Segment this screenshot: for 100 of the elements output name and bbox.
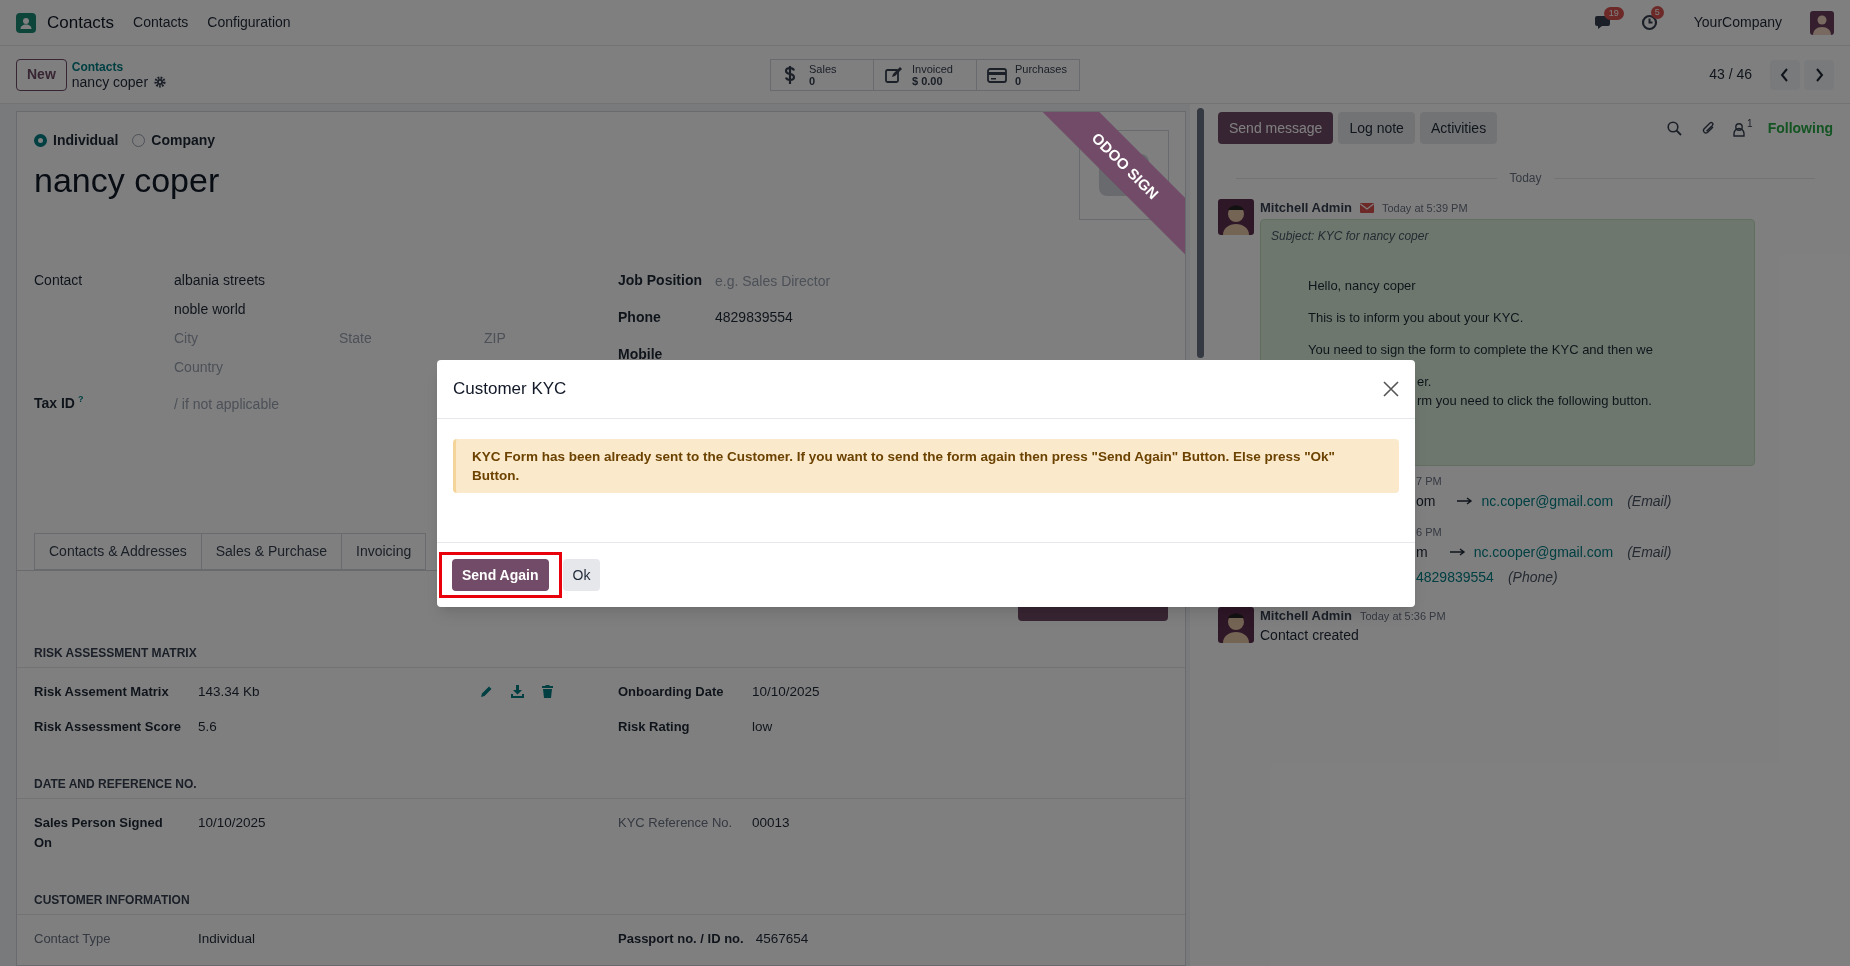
search-icon[interactable] (1667, 120, 1683, 136)
tab[interactable]: Contacts & Addresses (34, 533, 202, 570)
menu-item[interactable]: Configuration (207, 12, 291, 33)
breadcrumb-link[interactable]: Contacts (71, 59, 167, 75)
menu-item[interactable]: Contacts (133, 12, 189, 33)
send-again-button[interactable]: Send Again (452, 559, 549, 591)
field-label: Phone (618, 308, 662, 327)
message-text: You need to sign the form to complete the KYC and then we (1308, 341, 1654, 359)
follow-button[interactable]: Following (1767, 117, 1833, 139)
field-value: 143.34 Kb (198, 683, 260, 701)
field-label: Sales Person Signed On (34, 814, 164, 852)
new-value[interactable]: nc.cooper@gmail.com (1473, 541, 1614, 563)
chevron-icon (1780, 67, 1790, 82)
stat-button[interactable]: Purchases 0 (976, 58, 1080, 91)
new-button[interactable]: New (16, 58, 67, 91)
paperclip-icon[interactable] (1701, 120, 1717, 136)
date-separator: Today (1509, 170, 1542, 187)
clock-icon[interactable] (1640, 14, 1658, 31)
stat-label: Sales (809, 62, 837, 75)
field-label: Contact Type (34, 930, 112, 948)
close-icon[interactable] (1383, 381, 1399, 397)
field-label: Risk Assessment Score (34, 718, 182, 736)
message-time: Today at 5:39 PM (1381, 200, 1468, 216)
field-label: Onboarding Date (618, 683, 725, 701)
field-name: (Email) (1627, 492, 1672, 511)
radio-option[interactable]: Company (132, 129, 216, 151)
section-heading: DATE AND REFERENCE NO. (17, 775, 1185, 799)
previous-button[interactable] (1770, 59, 1800, 90)
chevron-icon (1814, 67, 1824, 82)
section-heading: CUSTOMER INFORMATION (17, 891, 1185, 915)
avatar-icon[interactable] (1810, 10, 1834, 35)
stat-label: Invoiced (912, 62, 953, 75)
gear-icon[interactable] (154, 76, 167, 88)
field-label: Tax ID (34, 394, 75, 413)
dialog-title: Customer KYC (453, 378, 567, 401)
contact-name: nancy coper (34, 160, 220, 200)
field-value: 10/10/2025 (198, 814, 266, 832)
section-heading: RISK ASSESSMENT MATRIX (17, 644, 1185, 668)
avatar-icon (1218, 199, 1254, 235)
message-time: 7 PM (1416, 474, 1443, 489)
arrow-icon (1457, 497, 1474, 505)
edit-icon (884, 64, 904, 85)
ok-button[interactable]: Ok (562, 559, 601, 591)
old-value: om (1416, 492, 1436, 511)
stat-value: $ 0.00 (912, 74, 944, 87)
field-value: Individual (198, 930, 256, 948)
user-icon[interactable] (1733, 122, 1746, 137)
field-value: 00013 (752, 814, 790, 832)
tab[interactable]: Invoicing (341, 533, 427, 570)
chat-icon[interactable] (1594, 14, 1613, 31)
field-value: 4567654 (755, 930, 809, 948)
field-value: low (752, 718, 773, 736)
company-switcher[interactable]: YourCompany (1693, 12, 1782, 33)
field-value: albania streets (174, 271, 267, 290)
message-text: This is to inform you about your KYC. (1308, 309, 1525, 327)
radio-option[interactable]: Individual (34, 129, 119, 151)
alert-message: KYC Form has been already sent to the Customer. If you want to send the form again then press "Send Again" Button. Else press "Ok" Button. (453, 439, 1399, 493)
new-value[interactable]: nc.coper@gmail.com (1481, 490, 1614, 512)
field-label: KYC Reference No. (618, 814, 734, 832)
message-subject: Subject: KYC for nancy coper (1271, 228, 1430, 245)
arrow-icon (1449, 548, 1466, 556)
stat-button[interactable]: Sales 0 (770, 58, 874, 91)
app-icon (16, 12, 36, 33)
record-name: nancy coper (71, 74, 149, 90)
notification-badge: 5 (1650, 6, 1664, 19)
stat-label: Purchases (1015, 62, 1067, 75)
scrollbar[interactable] (1196, 108, 1204, 358)
stat-value: 0 (809, 74, 817, 87)
new-value[interactable]: 4829839554 (1416, 566, 1494, 588)
message-time: Today at 5:36 PM (1359, 608, 1446, 624)
chatter-button[interactable]: Send message (1218, 112, 1334, 144)
message-time: 6 PM (1416, 525, 1443, 540)
next-button[interactable] (1804, 59, 1834, 90)
field-label: Contact (34, 271, 84, 290)
tab[interactable]: Sales & Purchase (200, 533, 343, 570)
pencil-icon[interactable] (479, 685, 493, 698)
stat-button[interactable]: Invoiced $ 0.00 (873, 58, 977, 91)
field-label: Risk Rating (618, 718, 691, 736)
field-value: noble world (174, 300, 247, 319)
message-text: er. (1417, 373, 1433, 391)
field-label: Passport no. / ID no. (618, 930, 744, 948)
field-label: Job Position (618, 271, 703, 290)
download-icon[interactable] (510, 685, 524, 698)
field-name: (Email) (1627, 543, 1672, 562)
chatter-button[interactable]: Activities (1419, 112, 1498, 144)
field-value: 4829839554 (715, 308, 793, 327)
old-value: m (1416, 543, 1428, 562)
follower-count: 1 (1747, 117, 1753, 131)
notification-badge: 19 (1603, 6, 1624, 20)
trash-icon[interactable] (541, 685, 553, 698)
author-name: Mitchell Admin (1260, 607, 1352, 626)
author-name: Mitchell Admin (1260, 199, 1352, 218)
field-name: (Phone) (1507, 568, 1558, 587)
message-text: rm you need to click the following button. (1417, 392, 1653, 410)
avatar-icon (1218, 607, 1254, 643)
help-icon[interactable]: ? (78, 393, 84, 407)
field-label: Risk Assement Matrix (34, 683, 170, 701)
chatter-button[interactable]: Log note (1338, 112, 1415, 144)
message-text: Contact created (1260, 626, 1360, 645)
app-name[interactable]: Contacts (47, 9, 115, 36)
